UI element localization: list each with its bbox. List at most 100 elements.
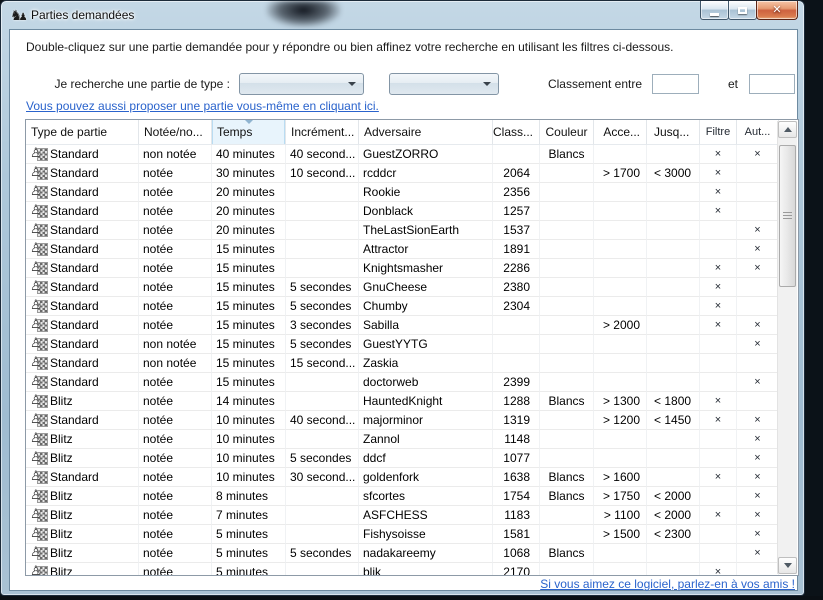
cell-filter xyxy=(700,240,737,259)
game-request-row[interactable]: Standard notée 15 minutes 3 secondes Sab… xyxy=(26,316,798,335)
cell-opponent: ddcf xyxy=(359,449,493,468)
game-request-row[interactable]: Standard notée 15 minutes 5 secondes Chu… xyxy=(26,297,798,316)
cell-filter: × xyxy=(700,202,737,221)
column-header-adversaire[interactable]: Adversaire xyxy=(359,120,493,145)
seek-pawn-icon xyxy=(30,186,47,199)
game-request-row[interactable]: Standard notée 30 minutes 10 second... r… xyxy=(26,164,798,183)
titlebar[interactable]: ♞♟ Parties demandées ✕ xyxy=(1,1,804,29)
column-header-type[interactable]: Type de partie xyxy=(26,120,139,145)
cell-increment xyxy=(286,392,359,411)
cell-up-to: < 1450 xyxy=(647,411,700,430)
cell-filter: × xyxy=(700,316,737,335)
game-request-row[interactable]: Standard notée 10 minutes 30 second... g… xyxy=(26,468,798,487)
rating-and-label: et xyxy=(722,77,744,91)
cell-filter xyxy=(700,335,737,354)
cell-color xyxy=(540,259,594,278)
scroll-up-button[interactable] xyxy=(778,121,797,138)
scroll-down-button[interactable] xyxy=(778,557,797,574)
scrollbar-thumb[interactable] xyxy=(779,145,796,287)
cell-filter: × xyxy=(700,392,737,411)
vertical-scrollbar[interactable] xyxy=(777,121,797,574)
column-header-filtre[interactable]: Filtre xyxy=(700,120,737,145)
cell-type: Blitz xyxy=(26,487,139,506)
game-request-row[interactable]: Standard notée 10 minutes 40 second... m… xyxy=(26,411,798,430)
cell-opponent: goldenfork xyxy=(359,468,493,487)
seek-pawn-icon xyxy=(30,357,47,370)
game-request-row[interactable]: Blitz notée 10 minutes 5 secondes ddcf 1… xyxy=(26,449,798,468)
close-button[interactable]: ✕ xyxy=(756,1,798,20)
cell-color xyxy=(540,316,594,335)
cell-rating: 1537 xyxy=(493,221,540,240)
game-request-row[interactable]: Standard notée 15 minutes Attractor 1891… xyxy=(26,240,798,259)
cell-increment: 5 secondes xyxy=(286,278,359,297)
share-link[interactable]: Si vous aimez ce logiciel, parlez-en à v… xyxy=(540,577,795,591)
column-header-accepte[interactable]: Acce... xyxy=(594,120,647,145)
cell-increment: 10 second... xyxy=(286,164,359,183)
cell-rating: 1148 xyxy=(493,430,540,449)
cell-auto xyxy=(737,392,779,411)
propose-game-link[interactable]: Vous pouvez aussi proposer une partie vo… xyxy=(26,99,379,113)
cell-time: 20 minutes xyxy=(212,221,286,240)
game-request-row[interactable]: Standard notée 20 minutes Rookie 2356 × xyxy=(26,183,798,202)
seek-pawn-icon xyxy=(30,509,47,522)
game-request-row[interactable]: Standard non notée 40 minutes 40 second.… xyxy=(26,145,798,164)
cell-up-to xyxy=(647,563,700,575)
cell-time: 15 minutes xyxy=(212,316,286,335)
rating-max-input[interactable] xyxy=(749,74,795,94)
cell-time: 15 minutes xyxy=(212,278,286,297)
column-header-temps[interactable]: Temps xyxy=(212,120,286,145)
cell-increment xyxy=(286,563,359,575)
cell-rating: 1891 xyxy=(493,240,540,259)
game-request-row[interactable]: Standard non notée 15 minutes 5 secondes… xyxy=(26,335,798,354)
game-request-row[interactable]: Standard non notée 15 minutes 15 second.… xyxy=(26,354,798,373)
cell-opponent: GuestYYTG xyxy=(359,335,493,354)
game-request-row[interactable]: Standard notée 20 minutes Donblack 1257 … xyxy=(26,202,798,221)
cell-type: Blitz xyxy=(26,506,139,525)
column-header-jusqua[interactable]: Jusq... xyxy=(647,120,700,145)
cell-auto: × xyxy=(737,449,779,468)
cell-accept-above: > 1300 xyxy=(594,392,647,411)
game-request-row[interactable]: Blitz notée 7 minutes ASFCHESS 1183 > 11… xyxy=(26,506,798,525)
cell-filter xyxy=(700,221,737,240)
cell-increment xyxy=(286,487,359,506)
game-request-row[interactable]: Blitz notée 8 minutes sfcortes 1754 Blan… xyxy=(26,487,798,506)
cell-rating: 2399 xyxy=(493,373,540,392)
column-header-notee[interactable]: Notée/no... xyxy=(139,120,212,145)
cell-rating: 2064 xyxy=(493,164,540,183)
cell-increment xyxy=(286,183,359,202)
cell-type: Standard xyxy=(26,297,139,316)
cell-rated: notée xyxy=(139,373,212,392)
cell-rated: notée xyxy=(139,487,212,506)
window-title: Parties demandées xyxy=(31,8,134,22)
column-header-increment[interactable]: Incrément... xyxy=(286,120,359,145)
game-request-row[interactable]: Blitz notée 10 minutes Zannol 1148 × xyxy=(26,430,798,449)
game-subtype-select[interactable] xyxy=(389,73,499,95)
maximize-button[interactable] xyxy=(728,1,757,20)
cell-opponent: Chumby xyxy=(359,297,493,316)
rating-min-input[interactable] xyxy=(652,74,699,94)
cell-up-to xyxy=(647,316,700,335)
cell-rating: 2356 xyxy=(493,183,540,202)
game-request-row[interactable]: Standard notée 15 minutes 5 secondes Gnu… xyxy=(26,278,798,297)
game-request-row[interactable]: Blitz notée 5 minutes blik 2170 × xyxy=(26,563,798,575)
cell-time: 10 minutes xyxy=(212,411,286,430)
column-header-couleur[interactable]: Couleur xyxy=(540,120,594,145)
minimize-button[interactable] xyxy=(700,1,729,20)
cell-opponent: Attractor xyxy=(359,240,493,259)
game-request-row[interactable]: Blitz notée 5 minutes Fishysoisse 1581 >… xyxy=(26,525,798,544)
cell-rated: notée xyxy=(139,164,212,183)
column-header-classement[interactable]: Class... xyxy=(493,120,540,145)
cell-auto: × xyxy=(737,373,779,392)
cell-filter: × xyxy=(700,278,737,297)
column-header-auto[interactable]: Aut... xyxy=(737,120,779,145)
cell-rating: 1068 xyxy=(493,544,540,563)
cell-auto xyxy=(737,278,779,297)
game-request-row[interactable]: Standard notée 15 minutes Knightsmasher … xyxy=(26,259,798,278)
game-request-row[interactable]: Standard notée 15 minutes doctorweb 2399… xyxy=(26,373,798,392)
game-request-row[interactable]: Blitz notée 5 minutes 5 secondes nadakar… xyxy=(26,544,798,563)
game-type-select[interactable] xyxy=(239,73,364,95)
game-request-row[interactable]: Blitz notée 14 minutes HauntedKnight 128… xyxy=(26,392,798,411)
cell-rated: notée xyxy=(139,411,212,430)
cell-rated: notée xyxy=(139,449,212,468)
game-request-row[interactable]: Standard notée 20 minutes TheLastSionEar… xyxy=(26,221,798,240)
